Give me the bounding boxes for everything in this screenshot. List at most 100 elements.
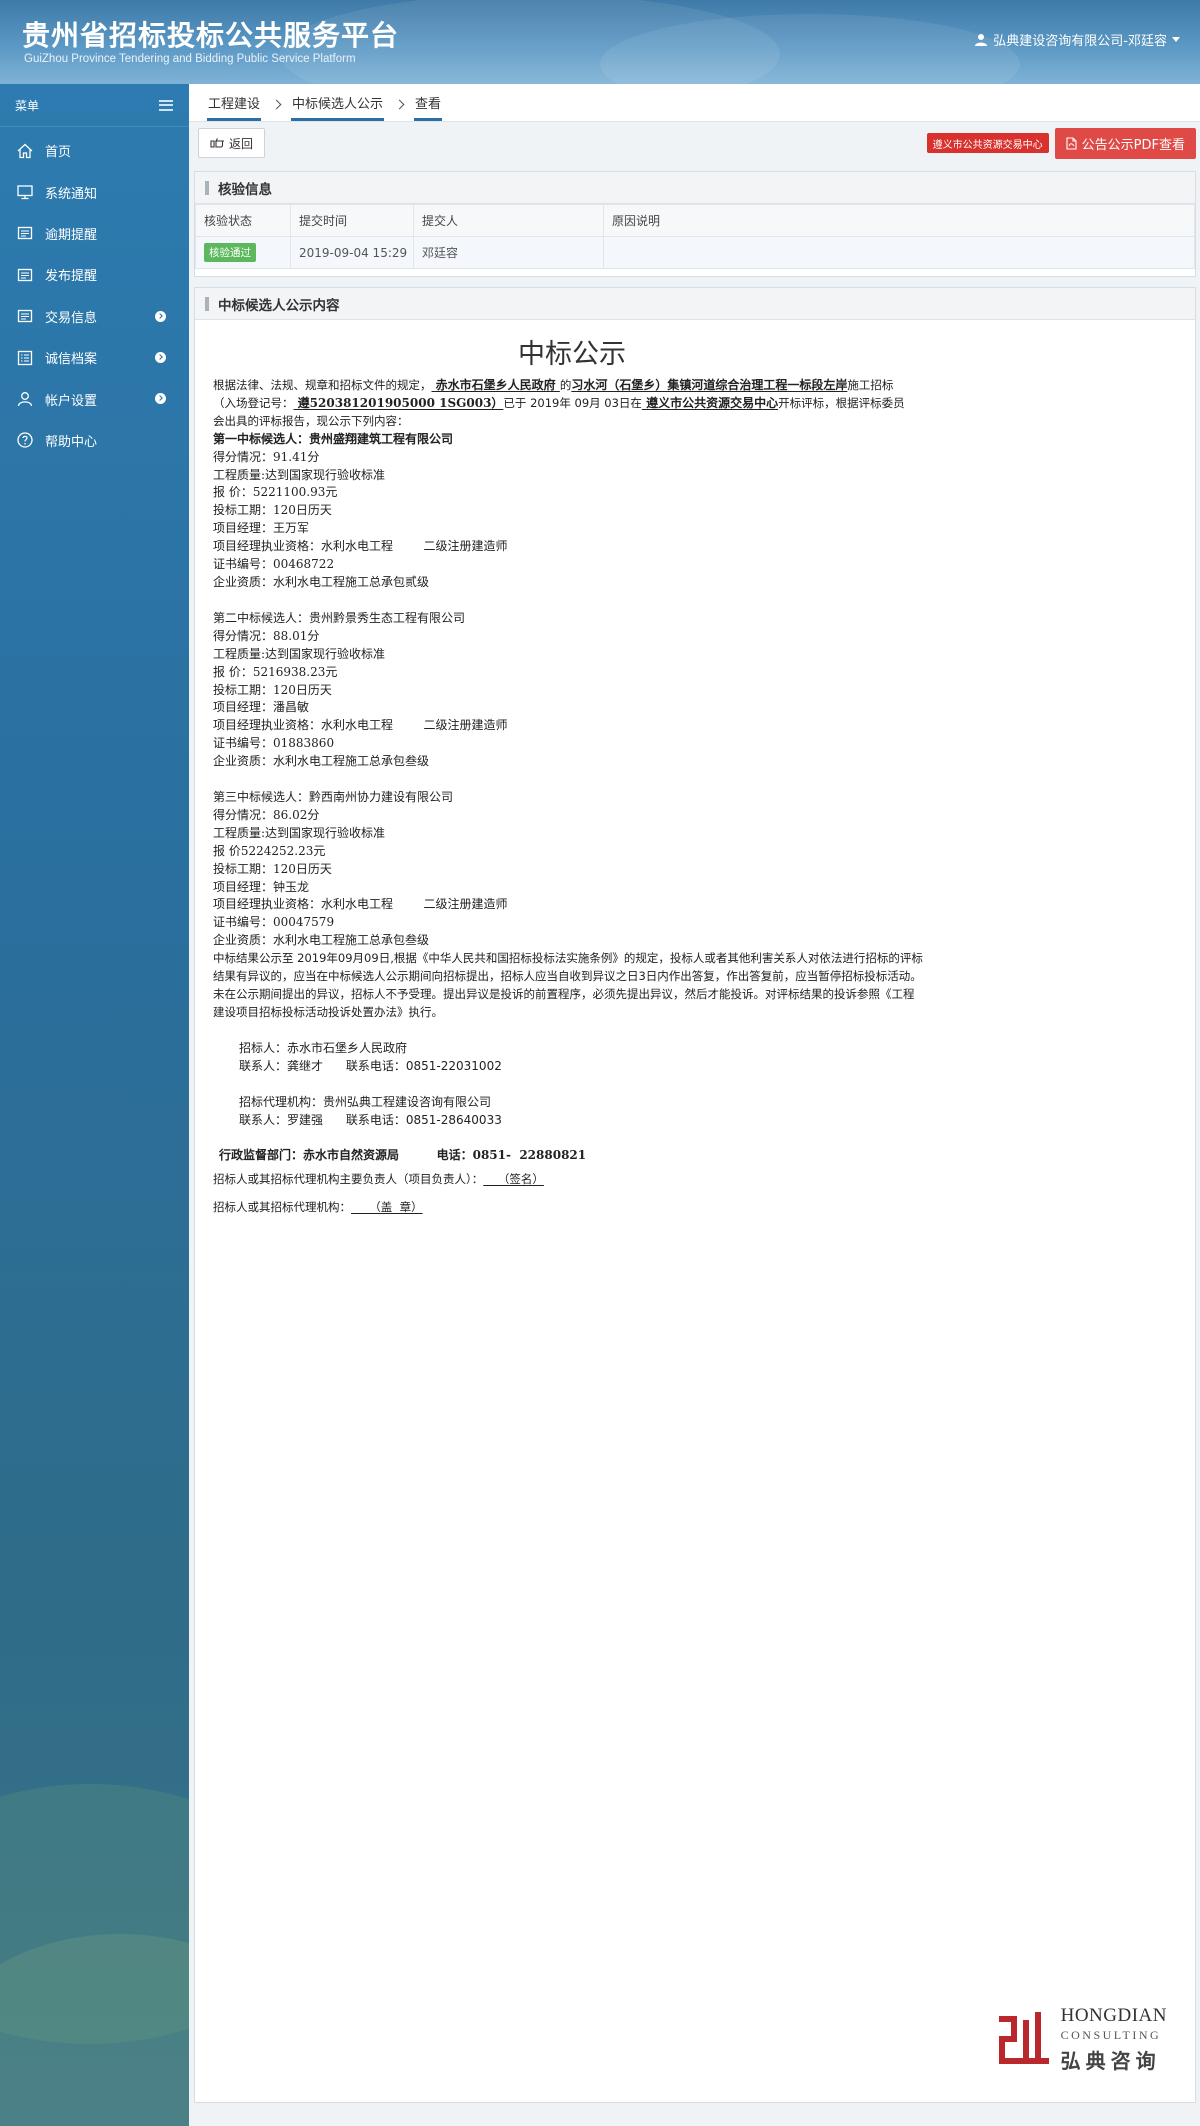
candidate-qualification: 项目经理执业资格：水利水电工程 二级注册建造师 <box>213 539 508 554</box>
table-header-row: 核验状态 提交时间 提交人 原因说明 <box>195 204 1195 237</box>
top-header: 贵州省招标投标公共服务平台 GuiZhou Province Tendering… <box>0 0 1200 84</box>
table-cell <box>603 236 1195 269</box>
candidate-cert: 证书编号：00468722 <box>213 557 335 572</box>
toolbar-right: 遵义市公共资源交易中心 公告公示PDF查看 <box>926 127 1196 159</box>
user-icon <box>15 389 35 409</box>
supervisor-line: 行政监督部门：赤水市自然资源局 电话：0851- 22880821 <box>219 1148 587 1163</box>
agency-line: 招标代理机构：贵州弘典工程建设咨询有限公司 <box>239 1094 492 1109</box>
content-panel-title: 中标候选人公示内容 <box>195 288 1195 320</box>
sidebar-item-label: 发布提醒 <box>45 269 98 285</box>
registration-number: 遵520381201905000 1SG003） <box>293 395 504 410</box>
monitor-icon <box>15 182 35 202</box>
sidebar-item-credit-archive[interactable]: 诚信档案 <box>0 337 189 378</box>
table-header: 核验状态 <box>195 204 291 237</box>
signature-line: 招标人或其招标代理机构主要负责人（项目负责人）： （签名） <box>213 1172 544 1187</box>
candidate-name: 第一中标候选人：贵州盛翔建筑工程有限公司 <box>213 431 454 446</box>
candidate-name: 第二中标候选人：贵州黔景秀生态工程有限公司 <box>213 610 466 625</box>
tenderer-contact: 联系人：龚继才 联系电话：0851-22031002 <box>239 1058 502 1073</box>
candidate-block: 第三中标候选人：黔西南州协力建设有限公司 得分情况：86.02分 工程质量:达到… <box>213 789 1195 950</box>
seal-field: （盖 章） <box>351 1200 423 1215</box>
candidate-score: 得分情况：91.41分 <box>213 449 320 464</box>
tenderer-name: 赤水市石堡乡人民政府 <box>431 378 560 392</box>
sidebar-item-trade-info[interactable]: 交易信息 <box>0 296 189 337</box>
breadcrumb-item[interactable]: 查看 <box>414 83 443 121</box>
user-menu[interactable]: 弘典建设咨询有限公司-邓廷容 <box>974 30 1180 49</box>
verify-table: 核验状态 提交时间 提交人 原因说明 核验通过 2019-09-04 15:29… <box>195 204 1195 269</box>
help-icon <box>15 430 35 450</box>
chevron-right-icon <box>155 351 166 363</box>
hand-left-icon <box>210 138 224 148</box>
list-icon <box>15 348 35 368</box>
folder-icon <box>15 265 35 285</box>
trade-center-button[interactable]: 遵义市公共资源交易中心 <box>926 133 1049 153</box>
sidebar-item-overdue-reminder[interactable]: 逾期提醒 <box>0 213 189 254</box>
intro-paragraph: 根据法律、法规、规章和招标文件的规定， 赤水市石堡乡人民政府 的习水河（石堡乡）… <box>213 378 905 428</box>
candidate-block: 第二中标候选人：贵州黔景秀生态工程有限公司 得分情况：88.01分 工程质量:达… <box>213 610 1195 771</box>
chevron-right-icon <box>155 393 166 405</box>
verify-panel-title: 核验信息 <box>195 172 1195 204</box>
logo-text: HONGDIAN CONSULTING 弘典咨询 <box>1060 2005 1167 2073</box>
menu-label: 菜单 <box>15 98 40 113</box>
user-icon <box>975 33 988 46</box>
content-panel: 中标候选人公示内容 中标公示 根据法律、法规、规章和招标文件的规定， 赤水市石堡… <box>194 287 1196 2103</box>
candidate-qualification: 项目经理执业资格：水利水电工程 二级注册建造师 <box>213 718 508 733</box>
candidate-quality: 工程质量:达到国家现行验收标准 <box>213 646 386 661</box>
candidate-block: 第一中标候选人：贵州盛翔建筑工程有限公司 得分情况：91.41分 工程质量:达到… <box>213 431 1195 592</box>
sidebar-item-system-notice[interactable]: 系统通知 <box>0 171 189 212</box>
folder-icon <box>15 306 35 326</box>
pdf-view-button[interactable]: 公告公示PDF查看 <box>1054 127 1196 159</box>
sidebar: 菜单 首页 系统通知 逾期提醒 发布提醒 交易信息 诚信档案 帐户设置 帮助中心 <box>0 84 189 2126</box>
candidate-period: 投标工期：120日历天 <box>213 682 332 697</box>
table-header: 原因说明 <box>603 204 1195 237</box>
candidate-cert: 证书编号：00047579 <box>213 915 335 930</box>
status-badge: 核验通过 <box>204 243 256 262</box>
candidate-period: 投标工期：120日历天 <box>213 503 332 518</box>
candidate-company-qual: 企业资质：水利水电工程施工总承包叁级 <box>213 754 430 769</box>
chevron-right-icon <box>271 99 282 110</box>
hongdian-logo: HONGDIAN CONSULTING 弘典咨询 <box>997 2005 1167 2074</box>
menu-header: 菜单 <box>0 84 189 127</box>
toolbar: 返回 遵义市公共资源交易中心 公告公示PDF查看 <box>189 122 1200 164</box>
document-title: 中标公示 <box>518 339 626 370</box>
site-title[interactable]: 贵州省招标投标公共服务平台 <box>22 14 399 54</box>
sidebar-item-home[interactable]: 首页 <box>0 130 189 171</box>
breadcrumb-item[interactable]: 工程建设 <box>207 83 262 121</box>
objection-notice: 中标结果公示至 2019年09月09日,根据《中华人民共和国招标投标法实施条例》… <box>213 951 923 1019</box>
user-name: 弘典建设咨询有限公司-邓廷容 <box>993 34 1167 49</box>
sidebar-item-label: 帮助中心 <box>45 434 98 450</box>
candidate-qualification: 项目经理执业资格：水利水电工程 二级注册建造师 <box>213 897 508 912</box>
verify-panel: 核验信息 核验状态 提交时间 提交人 原因说明 核验通过 2019-09-04 … <box>194 171 1196 277</box>
opening-place: 遵义市公共资源交易中心 <box>641 395 779 410</box>
table-cell: 邓廷容 <box>413 236 604 269</box>
table-cell: 核验通过 <box>195 236 291 269</box>
candidate-quality: 工程质量:达到国家现行验收标准 <box>213 825 386 840</box>
candidate-manager: 项目经理：王万军 <box>213 521 310 536</box>
candidate-price: 报 价：5221100.93元 <box>213 485 338 500</box>
back-button[interactable]: 返回 <box>198 128 266 158</box>
table-header: 提交时间 <box>290 204 414 237</box>
hamburger-icon[interactable] <box>159 99 173 111</box>
tenderer-line: 招标人：赤水市石堡乡人民政府 <box>239 1040 408 1055</box>
sidebar-item-label: 帐户设置 <box>45 393 98 409</box>
sidebar-item-label: 诚信档案 <box>45 352 98 368</box>
folder-icon <box>15 223 35 243</box>
breadcrumb-item[interactable]: 中标候选人公示 <box>291 83 385 121</box>
seal-line: 招标人或其招标代理机构： （盖 章） <box>213 1200 423 1215</box>
sidebar-item-account-settings[interactable]: 帐户设置 <box>0 378 189 419</box>
pdf-view-label: 公告公示PDF查看 <box>1081 137 1185 153</box>
sidebar-item-help-center[interactable]: 帮助中心 <box>0 420 189 461</box>
site-subtitle: GuiZhou Province Tendering and Bidding P… <box>24 53 356 65</box>
home-icon <box>15 141 35 161</box>
candidate-quality: 工程质量:达到国家现行验收标准 <box>213 467 386 482</box>
table-row: 核验通过 2019-09-04 15:29 邓廷容 <box>195 236 1195 269</box>
sidebar-item-label: 逾期提醒 <box>45 227 98 243</box>
sidebar-item-label: 交易信息 <box>45 310 98 326</box>
candidate-cert: 证书编号：01883860 <box>213 736 335 751</box>
agency-contact: 联系人：罗建强 联系电话：0851-28640033 <box>239 1112 502 1127</box>
candidate-period: 投标工期：120日历天 <box>213 861 332 876</box>
candidate-price: 报 价：5216938.23元 <box>213 664 338 679</box>
table-cell: 2019-09-04 15:29 <box>290 236 414 269</box>
sidebar-item-publish-reminder[interactable]: 发布提醒 <box>0 254 189 295</box>
chevron-right-icon <box>155 310 166 322</box>
announcement-document: 中标公示 根据法律、法规、规章和招标文件的规定， 赤水市石堡乡人民政府 的习水河… <box>195 320 1195 2102</box>
